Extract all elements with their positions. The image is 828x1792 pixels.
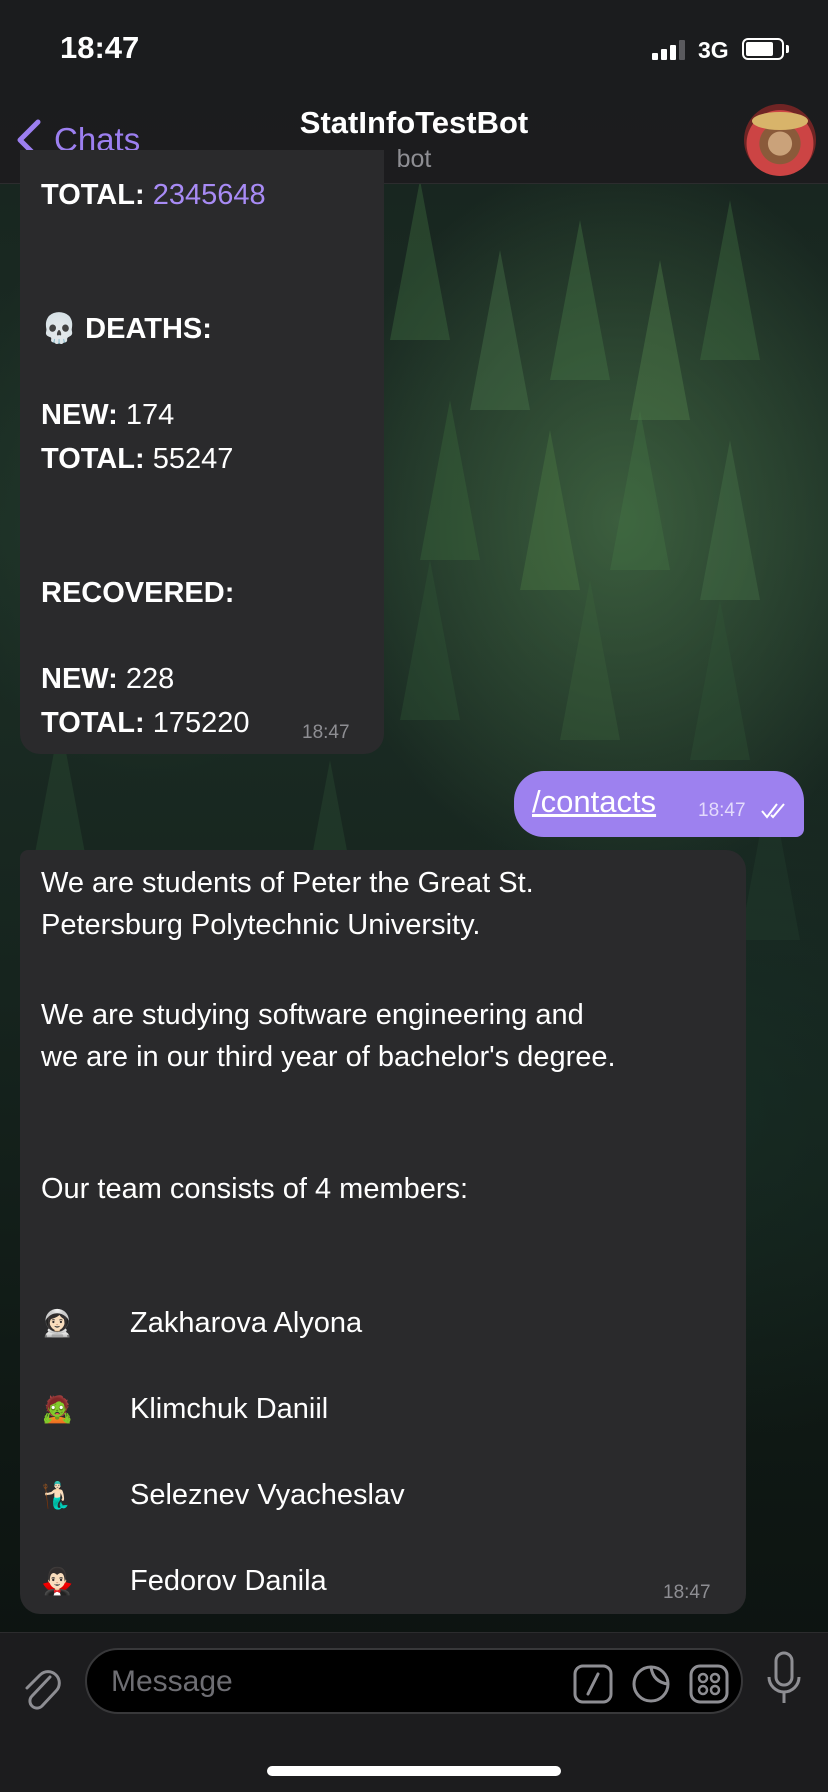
recovered-total-value: 175220 — [152, 707, 250, 739]
chat-title: StatInfoTestBot — [299, 105, 529, 140]
message-composer — [0, 1632, 828, 1792]
contacts-message-time: 18:47 — [663, 1582, 711, 1603]
deaths-heading: DEATHS: — [85, 313, 212, 345]
message-line: Our team consists of 4 members: — [41, 1173, 469, 1205]
signal-strength-icon — [652, 40, 685, 60]
deaths-new-label: NEW: — [41, 399, 118, 431]
message-line: We are studying software engineering and — [41, 999, 584, 1031]
status-time: 18:47 — [60, 30, 140, 65]
member-name: Zakharova Alyona — [130, 1307, 363, 1339]
member-name: Seleznev Vyacheslav — [130, 1479, 405, 1511]
microphone-icon[interactable] — [766, 1651, 802, 1707]
home-indicator — [267, 1766, 561, 1776]
zombie-emoji: 🧟 — [41, 1394, 74, 1424]
deaths-new-value: 174 — [125, 399, 175, 431]
slash-command-icon[interactable] — [573, 1664, 613, 1704]
member-name: Klimchuk Daniil — [130, 1393, 329, 1425]
deaths-total-label: TOTAL: — [41, 443, 145, 475]
vampire-emoji: 🧛🏻‍♂️ — [41, 1566, 74, 1596]
astronaut-emoji: 👩🏻‍🚀 — [41, 1308, 74, 1338]
message-line: we are in our third year of bachelor's d… — [41, 1041, 616, 1073]
sticker-icon[interactable] — [631, 1664, 671, 1704]
message-field[interactable] — [85, 1648, 743, 1714]
network-type: 3G — [698, 37, 729, 63]
recovered-new-label: NEW: — [41, 663, 118, 695]
outgoing-message-time: 18:47 — [698, 800, 746, 821]
battery-icon — [742, 38, 784, 60]
message-line: We are students of Peter the Great St. — [41, 867, 534, 899]
stats-message-time: 18:47 — [302, 722, 350, 743]
message-input[interactable] — [111, 1662, 531, 1702]
recovered-total-label: TOTAL: — [41, 707, 145, 739]
double-check-icon — [761, 803, 785, 819]
deaths-total-value: 55247 — [152, 443, 234, 475]
recovered-new-value: 228 — [125, 663, 175, 695]
emoji-grid-icon[interactable] — [689, 1664, 729, 1704]
merman-emoji: 🧜🏻‍♂️ — [41, 1480, 74, 1510]
total-value-link[interactable]: 2345648 — [153, 179, 266, 211]
message-line: Petersburg Polytechnic University. — [41, 909, 481, 941]
skull-emoji: 💀 — [41, 313, 78, 345]
member-name: Fedorov Danila — [130, 1565, 327, 1597]
avatar[interactable] — [744, 104, 816, 176]
total-label: TOTAL: — [41, 179, 145, 211]
paperclip-icon[interactable] — [20, 1663, 64, 1715]
contacts-command-link[interactable]: /contacts — [532, 784, 656, 820]
recovered-heading: RECOVERED: — [41, 577, 235, 609]
battery-tip — [786, 45, 789, 53]
